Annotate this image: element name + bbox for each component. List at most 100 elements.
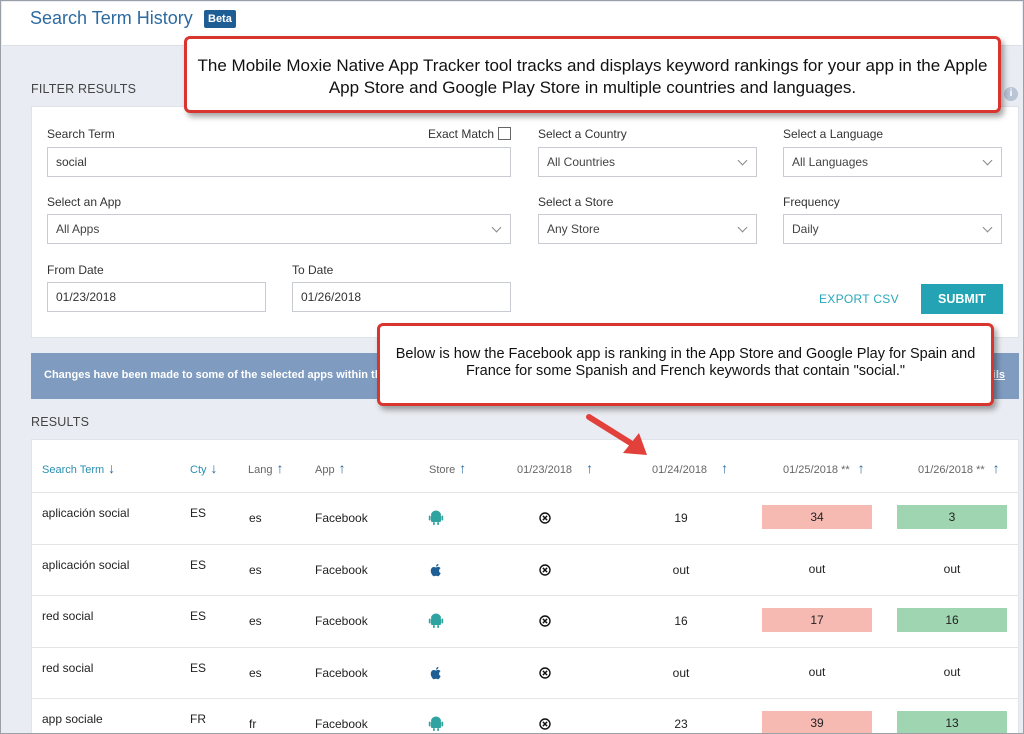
- android-icon: [428, 716, 444, 732]
- chevron-down-icon: [737, 155, 748, 166]
- arrow-up-icon: ↑: [338, 460, 346, 476]
- row-search-term: red social: [42, 609, 94, 623]
- row-country: ES: [190, 660, 207, 675]
- row-country: ES: [190, 557, 207, 572]
- store-select[interactable]: Any Store: [538, 214, 757, 244]
- chevron-down-icon: [491, 222, 502, 233]
- notice-text: Changes have been made to some of the se…: [44, 369, 388, 381]
- arrow-up-icon: ↑: [586, 460, 594, 476]
- row-divider: [31, 646, 1019, 648]
- row-divider: [31, 595, 1019, 596]
- row-rank-date-3: 39: [762, 711, 872, 733]
- frequency-select[interactable]: Daily: [783, 214, 1002, 244]
- not-ranked-icon: [539, 717, 551, 730]
- row-country: ES: [190, 609, 207, 623]
- store-select-value: Any Store: [547, 222, 600, 236]
- row-rank-date-2: out: [672, 665, 690, 680]
- beta-badge: Beta: [204, 10, 236, 28]
- row-language: es: [249, 562, 262, 577]
- col-header-date-2[interactable]: 01/24/2018 ↑: [652, 460, 728, 476]
- arrow-down-icon: ↓: [108, 460, 116, 476]
- col-header-cty[interactable]: Cty ↓: [190, 460, 218, 476]
- frequency-select-value: Daily: [792, 222, 819, 236]
- screenshot-frame: Search Term History Beta FILTER RESULTS …: [0, 0, 1024, 734]
- row-rank-date-3: out: [808, 561, 826, 576]
- country-select-value: All Countries: [547, 155, 616, 169]
- android-icon: [428, 613, 444, 629]
- row-country: FR: [190, 712, 206, 726]
- row-language: fr: [249, 717, 257, 731]
- row-divider: [31, 543, 1019, 545]
- row-rank-date-2: out: [672, 562, 690, 577]
- language-select[interactable]: All Languages: [783, 147, 1002, 177]
- language-select-value: All Languages: [792, 155, 869, 169]
- col-header-date-1[interactable]: 01/23/2018 ↑: [517, 460, 593, 476]
- exact-match-label: Exact Match: [428, 127, 495, 141]
- apple-icon: [428, 562, 444, 578]
- col-header-label: 01/23/2018: [517, 464, 573, 476]
- row-search-term: aplicación social: [42, 557, 130, 572]
- filter-results-heading: FILTER RESULTS: [31, 82, 137, 96]
- arrow-up-icon: ↑: [857, 460, 865, 476]
- search-term-input[interactable]: social: [47, 147, 511, 177]
- to-date-label: To Date: [292, 263, 334, 277]
- row-rank-date-3: 34: [762, 505, 872, 529]
- row-rank-date-2: 16: [674, 614, 688, 628]
- not-ranked-icon: [539, 511, 551, 524]
- from-date-label: From Date: [47, 263, 104, 277]
- not-ranked-icon: [539, 666, 551, 679]
- col-header-date-3[interactable]: 01/25/2018 ** ↑: [783, 460, 865, 476]
- col-header-label: Search Term: [42, 464, 105, 476]
- col-header-label: Store: [429, 464, 456, 476]
- col-header-lang[interactable]: Lang ↑: [248, 460, 283, 476]
- chevron-down-icon: [737, 222, 748, 233]
- app-label: Select an App: [47, 195, 122, 209]
- page-title: Search Term History: [30, 8, 193, 28]
- exact-match-checkbox[interactable]: [498, 127, 511, 140]
- notice-details-link[interactable]: ils: [993, 369, 1005, 381]
- results-table: [31, 439, 1019, 733]
- row-rank-date-4: out: [943, 561, 961, 576]
- arrow-up-icon: ↑: [721, 460, 729, 476]
- export-csv-link[interactable]: EXPORT CSV: [819, 292, 899, 306]
- country-select[interactable]: All Countries: [538, 147, 757, 177]
- row-app: Facebook: [315, 614, 368, 628]
- row-language: es: [249, 511, 262, 525]
- col-header-store[interactable]: Store ↑: [429, 460, 466, 476]
- col-header-app[interactable]: App ↑: [315, 460, 346, 476]
- row-country: ES: [190, 506, 207, 520]
- col-header-search-term[interactable]: Search Term ↓: [42, 460, 115, 476]
- to-date-input[interactable]: 01/26/2018: [292, 282, 511, 312]
- apple-icon: [428, 665, 444, 681]
- app-select-value: All Apps: [56, 222, 100, 236]
- app-select[interactable]: All Apps: [47, 214, 511, 244]
- facebook-ranking-callout: Below is how the Facebook app is ranking…: [377, 323, 994, 406]
- store-label: Select a Store: [538, 195, 614, 209]
- row-app: Facebook: [315, 511, 368, 525]
- tracker-description-callout: The Mobile Moxie Native App Tracker tool…: [184, 36, 1001, 113]
- row-app: Facebook: [315, 717, 368, 731]
- info-icon[interactable]: i: [1004, 87, 1018, 101]
- not-ranked-icon: [539, 563, 551, 576]
- chevron-down-icon: [982, 155, 993, 166]
- submit-button[interactable]: SUBMIT: [921, 284, 1003, 314]
- from-date-input[interactable]: 01/23/2018: [47, 282, 266, 312]
- arrow-up-icon: ↑: [992, 460, 1000, 476]
- row-rank-date-2: 23: [674, 717, 688, 731]
- col-header-label: Cty: [190, 464, 207, 476]
- col-header-label: Lang: [248, 464, 273, 476]
- col-header-label: App: [315, 464, 335, 476]
- col-header-label: 01/26/2018 **: [918, 464, 985, 476]
- results-heading: RESULTS: [31, 415, 90, 429]
- row-language: es: [249, 614, 262, 628]
- row-rank-date-4: out: [943, 664, 961, 679]
- row-language: es: [249, 665, 262, 680]
- row-app: Facebook: [315, 665, 368, 680]
- arrow-up-icon: ↑: [459, 460, 467, 476]
- row-rank-date-3: 17: [762, 608, 872, 632]
- col-header-date-4[interactable]: 01/26/2018 ** ↑: [918, 460, 1000, 476]
- row-rank-date-4: 16: [897, 608, 1007, 632]
- android-icon: [428, 510, 444, 526]
- row-search-term: red social: [42, 660, 94, 675]
- col-header-label: 01/25/2018 **: [783, 464, 850, 476]
